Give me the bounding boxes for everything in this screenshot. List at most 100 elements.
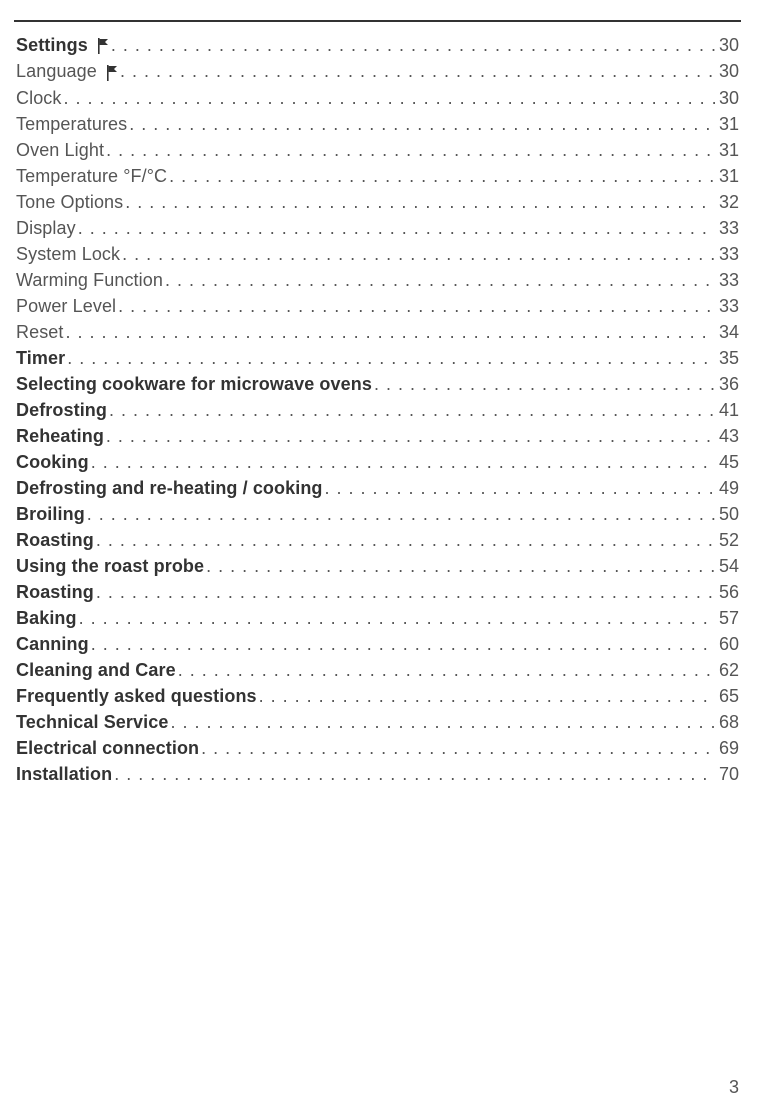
toc-entry-label: Canning xyxy=(16,635,89,653)
toc-entry: Power Level33 xyxy=(16,297,739,315)
toc-entry: Technical Service 68 xyxy=(16,713,739,731)
toc-leader-dots xyxy=(168,713,715,731)
toc-leader-dots xyxy=(118,62,715,80)
toc-entry: Display 33 xyxy=(16,219,739,237)
toc-entry: System Lock33 xyxy=(16,245,739,263)
toc-entry: Roasting 56 xyxy=(16,583,739,601)
toc-entry-page: 70 xyxy=(715,765,739,783)
toc-leader-dots xyxy=(76,219,715,237)
toc-entry-page: 30 xyxy=(715,89,739,107)
toc-entry-page: 45 xyxy=(715,453,739,471)
toc-entry: Language 30 xyxy=(16,62,739,80)
toc-entry-label: Roasting xyxy=(16,531,94,549)
toc-entry-page: 31 xyxy=(715,167,739,185)
toc-entry-label: Display xyxy=(16,219,76,237)
table-of-contents: Settings 30 Language 30 Clock 30 Temperature… xyxy=(16,36,739,783)
toc-entry-label: Tone Options xyxy=(16,193,123,211)
toc-entry-label: Technical Service xyxy=(16,713,168,731)
toc-entry-label: System Lock xyxy=(16,245,120,263)
page: Settings 30 Language 30 Clock 30 Temperature… xyxy=(0,0,767,1118)
toc-leader-dots xyxy=(257,687,715,705)
toc-entry-page: 31 xyxy=(715,115,739,133)
toc-entry-label: Baking xyxy=(16,609,77,627)
toc-entry-label: Defrosting xyxy=(16,401,107,419)
toc-entry-label: Timer xyxy=(16,349,65,367)
toc-entry-label: Language xyxy=(16,62,118,80)
toc-entry-page: 57 xyxy=(715,609,739,627)
toc-leader-dots xyxy=(65,349,715,367)
toc-entry-label: Installation xyxy=(16,765,112,783)
toc-entry: Roasting 52 xyxy=(16,531,739,549)
toc-entry-label: Selecting cookware for microwave ovens xyxy=(16,375,372,393)
toc-leader-dots xyxy=(120,245,715,263)
toc-entry-label: Reheating xyxy=(16,427,104,445)
toc-entry-label: Roasting xyxy=(16,583,94,601)
toc-entry-page: 35 xyxy=(715,349,739,367)
toc-entry-page: 30 xyxy=(715,36,739,54)
toc-entry: Defrosting 41 xyxy=(16,401,739,419)
toc-entry-page: 54 xyxy=(715,557,739,575)
toc-entry-page: 68 xyxy=(715,713,739,731)
toc-entry-label: Reset xyxy=(16,323,64,341)
toc-entry: Clock 30 xyxy=(16,89,739,107)
toc-entry: Warming Function33 xyxy=(16,271,739,289)
toc-leader-dots xyxy=(116,297,715,315)
toc-leader-dots xyxy=(323,479,715,497)
toc-entry-label: Electrical connection xyxy=(16,739,199,757)
toc-leader-dots xyxy=(104,427,715,445)
toc-entry-page: 31 xyxy=(715,141,739,159)
toc-entry-page: 33 xyxy=(715,297,739,315)
toc-entry-page: 65 xyxy=(715,687,739,705)
toc-entry-page: 41 xyxy=(715,401,739,419)
toc-entry-page: 32 xyxy=(715,193,739,211)
toc-entry-label: Clock xyxy=(16,89,62,107)
toc-entry: Installation 70 xyxy=(16,765,739,783)
toc-entry-label: Frequently asked questions xyxy=(16,687,257,705)
toc-entry-label: Warming Function xyxy=(16,271,163,289)
toc-leader-dots xyxy=(127,115,715,133)
toc-entry-page: 60 xyxy=(715,635,739,653)
toc-leader-dots xyxy=(107,401,715,419)
toc-entry: Electrical connection 69 xyxy=(16,739,739,757)
toc-leader-dots xyxy=(176,661,715,679)
flag-icon xyxy=(97,38,109,54)
toc-leader-dots xyxy=(204,557,715,575)
toc-entry: Cleaning and Care62 xyxy=(16,661,739,679)
toc-entry: Reset 34 xyxy=(16,323,739,341)
toc-leader-dots xyxy=(89,453,715,471)
toc-entry-page: 69 xyxy=(715,739,739,757)
page-number: 3 xyxy=(729,1077,739,1098)
toc-leader-dots xyxy=(163,271,715,289)
toc-entry-label: Cooking xyxy=(16,453,89,471)
toc-entry: Canning 60 xyxy=(16,635,739,653)
toc-leader-dots xyxy=(85,505,715,523)
toc-entry: Defrosting and re-heating / cooking49 xyxy=(16,479,739,497)
toc-leader-dots xyxy=(372,375,715,393)
toc-leader-dots xyxy=(112,765,715,783)
toc-entry: Frequently asked questions 65 xyxy=(16,687,739,705)
toc-leader-dots xyxy=(109,36,715,54)
toc-entry-page: 33 xyxy=(715,219,739,237)
toc-leader-dots xyxy=(94,531,715,549)
toc-entry: Reheating 43 xyxy=(16,427,739,445)
toc-entry: Temperature °F/°C 31 xyxy=(16,167,739,185)
toc-entry-label: Settings xyxy=(16,36,109,54)
toc-entry-label: Using the roast probe xyxy=(16,557,204,575)
toc-entry: Cooking 45 xyxy=(16,453,739,471)
toc-entry-page: 43 xyxy=(715,427,739,445)
toc-entry-page: 56 xyxy=(715,583,739,601)
toc-entry-label: Oven Light xyxy=(16,141,104,159)
toc-entry: Timer 35 xyxy=(16,349,739,367)
toc-entry-page: 49 xyxy=(715,479,739,497)
toc-leader-dots xyxy=(104,141,715,159)
toc-entry: Temperatures 31 xyxy=(16,115,739,133)
toc-entry: Broiling50 xyxy=(16,505,739,523)
toc-entry: Baking 57 xyxy=(16,609,739,627)
toc-entry-label: Cleaning and Care xyxy=(16,661,176,679)
toc-entry-page: 34 xyxy=(715,323,739,341)
toc-entry-page: 52 xyxy=(715,531,739,549)
toc-entry-label: Temperature °F/°C xyxy=(16,167,167,185)
toc-entry: Oven Light 31 xyxy=(16,141,739,159)
toc-entry-label: Temperatures xyxy=(16,115,127,133)
toc-entry-page: 36 xyxy=(715,375,739,393)
